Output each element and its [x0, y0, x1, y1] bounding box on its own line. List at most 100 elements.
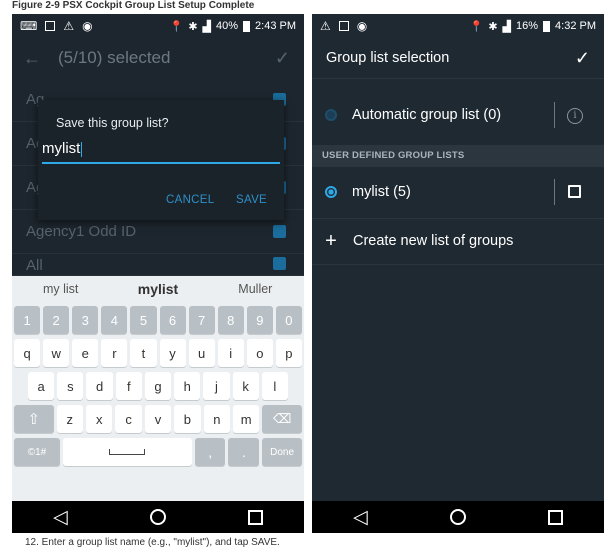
status-bar: ⌨ ⚠ ◉ 📍 ✱ ▟ 40% 2:43 PM [12, 14, 304, 38]
key-3[interactable]: 3 [72, 306, 99, 334]
key-n[interactable]: n [203, 405, 231, 433]
key-l[interactable]: l [261, 372, 288, 400]
key-c[interactable]: c [115, 405, 142, 433]
key-y[interactable]: y [159, 339, 186, 367]
key-z[interactable]: z [56, 405, 83, 433]
comma-key[interactable]: , [194, 438, 226, 466]
key-k[interactable]: k [232, 372, 259, 400]
suggestion-item[interactable]: my list [12, 276, 109, 302]
navigation-bar: ◁ [12, 501, 304, 533]
row-divider [312, 264, 604, 265]
checkbox-icon [273, 225, 286, 238]
key-o[interactable]: o [246, 339, 273, 367]
confirm-check-icon[interactable]: ✓ [275, 48, 290, 69]
edit-icon[interactable] [568, 185, 581, 198]
key-m[interactable]: m [233, 405, 260, 433]
key-h[interactable]: h [174, 372, 201, 400]
page-title: Group list selection [326, 50, 450, 66]
recents-square-icon[interactable] [247, 509, 263, 525]
key-8[interactable]: 8 [217, 306, 244, 334]
save-dialog: Save this group list? mylist CANCEL SAVE [38, 100, 284, 220]
period-key[interactable]: . [228, 438, 260, 466]
bluetooth-icon: ✱ [188, 20, 198, 33]
list-item: All [12, 254, 304, 276]
status-time: 4:32 PM [555, 20, 596, 32]
status-time: 2:43 PM [255, 20, 296, 32]
automatic-group-list-row[interactable]: Automatic group list (0) [312, 93, 604, 137]
group-name-input[interactable]: mylist [42, 138, 280, 164]
save-button[interactable]: SAVE [236, 194, 267, 206]
right-phone-screen: ⚠ ◉ 📍 ✱ ▟ 16% 4:32 PM Group list selecti… [312, 14, 604, 533]
key-u[interactable]: u [188, 339, 215, 367]
user-list-row[interactable]: mylist (5) [312, 170, 604, 214]
checkbox-icon [273, 257, 286, 270]
section-header-user-defined: USER DEFINED GROUP LISTS [312, 145, 604, 167]
wifi-status-icon: ◉ [356, 19, 368, 33]
list-item-label: All [26, 257, 43, 274]
text-cursor [81, 141, 83, 157]
letter-row-2: a s d f g h j k l [28, 372, 288, 400]
key-1[interactable]: 1 [14, 306, 41, 334]
recents-square-icon[interactable] [547, 509, 563, 525]
info-icon[interactable]: i [567, 108, 583, 124]
backspace-key-icon[interactable]: ⌫ [262, 405, 303, 433]
key-7[interactable]: 7 [188, 306, 215, 334]
key-q[interactable]: q [14, 339, 41, 367]
key-5[interactable]: 5 [130, 306, 157, 334]
divider [554, 179, 555, 205]
key-d[interactable]: d [86, 372, 113, 400]
app-bar: Group list selection ✓ [312, 38, 604, 79]
network-status-icon: ⚠ [320, 19, 331, 33]
radio-unselected-icon[interactable] [325, 109, 337, 121]
key-v[interactable]: v [144, 405, 172, 433]
radio-selected-icon[interactable] [325, 186, 337, 198]
group-name-value: mylist [42, 140, 81, 157]
key-4[interactable]: 4 [101, 306, 128, 334]
suggestion-item-primary[interactable]: mylist [109, 276, 206, 302]
key-i[interactable]: i [217, 339, 244, 367]
key-t[interactable]: t [130, 339, 157, 367]
key-e[interactable]: e [72, 339, 99, 367]
key-j[interactable]: j [203, 372, 230, 400]
back-triangle-icon[interactable]: ◁ [353, 508, 368, 527]
location-icon: 📍 [169, 20, 184, 33]
confirm-check-icon[interactable]: ✓ [575, 48, 590, 69]
back-arrow-icon[interactable]: ← [12, 48, 52, 69]
suggestion-bar: my list mylist Muller [12, 276, 304, 302]
key-w[interactable]: w [43, 339, 70, 367]
left-phone-screen: ⌨ ⚠ ◉ 📍 ✱ ▟ 40% 2:43 PM ← (5/10) selecte… [12, 14, 304, 533]
bottom-key-row: ©1# , . Done [14, 438, 302, 466]
key-b[interactable]: b [174, 405, 201, 433]
done-key[interactable]: Done [262, 438, 302, 466]
key-9[interactable]: 9 [246, 306, 273, 334]
back-triangle-icon[interactable]: ◁ [53, 508, 68, 527]
key-s[interactable]: s [57, 372, 84, 400]
battery-icon [243, 20, 251, 32]
key-6[interactable]: 6 [159, 306, 186, 334]
home-circle-icon[interactable] [449, 509, 466, 525]
dialog-title: Save this group list? [56, 116, 169, 130]
shift-key-icon[interactable]: ⇧ [13, 405, 54, 433]
key-p[interactable]: p [275, 339, 302, 367]
create-new-list-row[interactable]: + Create new list of groups [312, 219, 604, 263]
location-icon: 📍 [469, 20, 484, 33]
space-bar-icon [109, 449, 146, 455]
selection-count-title: (5/10) selected [58, 48, 171, 67]
cancel-button[interactable]: CANCEL [166, 194, 214, 206]
key-r[interactable]: r [101, 339, 128, 367]
key-f[interactable]: f [115, 372, 142, 400]
symbols-key[interactable]: ©1# [14, 438, 60, 466]
letter-row-1: q w e r t y u i o p [14, 339, 302, 367]
key-0[interactable]: 0 [275, 306, 302, 334]
key-g[interactable]: g [144, 372, 172, 400]
key-a[interactable]: a [28, 372, 55, 400]
home-circle-icon[interactable] [149, 509, 166, 525]
suggestion-item[interactable]: Muller [207, 276, 304, 302]
letter-row-3: ⇧ z x c v b n m ⌫ [13, 405, 303, 433]
key-x[interactable]: x [85, 405, 113, 433]
key-2[interactable]: 2 [43, 306, 70, 334]
automatic-group-list-label: Automatic group list (0) [352, 107, 502, 123]
space-key[interactable] [63, 438, 192, 466]
divider [554, 102, 555, 128]
wifi-status-icon: ◉ [82, 19, 93, 33]
